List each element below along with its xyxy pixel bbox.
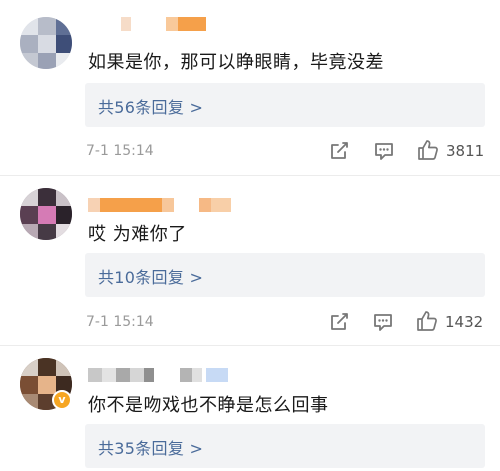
comment-text: 你不是吻戏也不睁是怎么回事 xyxy=(88,395,329,416)
verified-badge-icon: v xyxy=(52,390,72,410)
username-redacted[interactable] xyxy=(88,368,233,382)
replies-count-label: 共35条回复 > xyxy=(98,439,204,458)
comment-item: v 你不是吻戏也不睁是怎么回事 共35条回复 > xyxy=(0,0,500,471)
view-replies-button[interactable]: 共35条回复 > xyxy=(85,424,485,468)
